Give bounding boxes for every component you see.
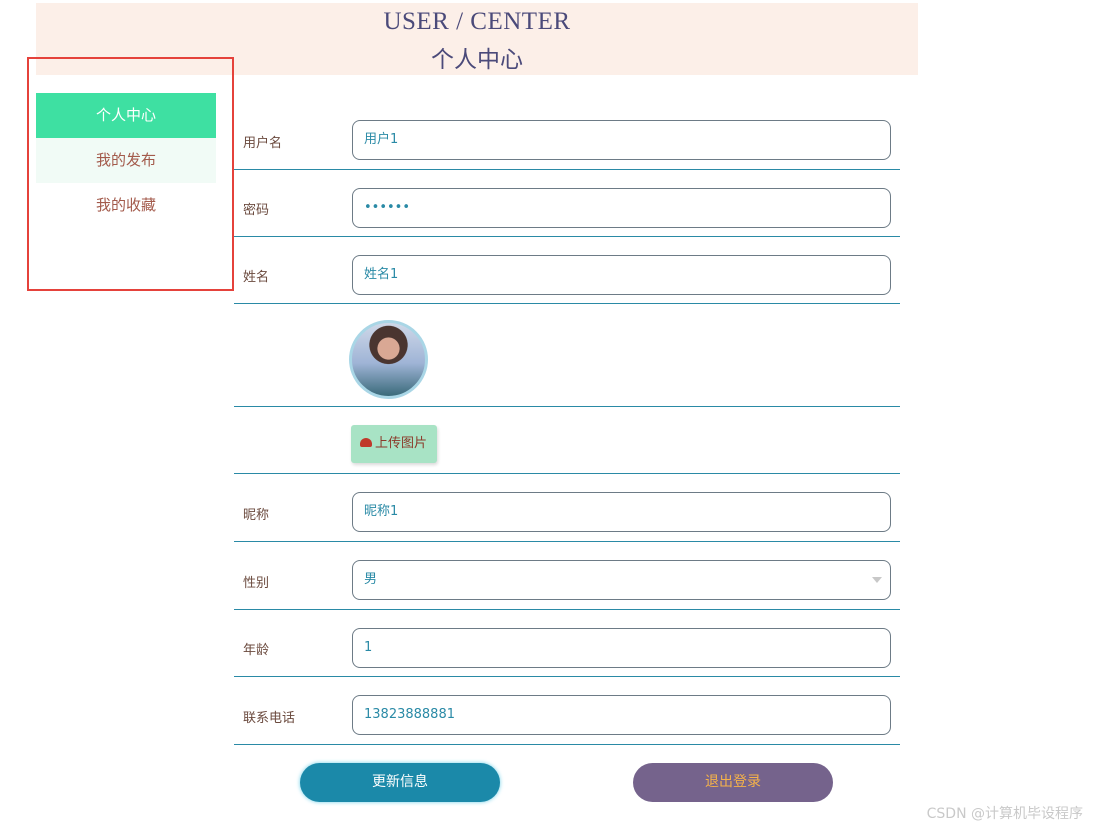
sidebar-item-profile[interactable]: 个人中心 xyxy=(36,93,216,138)
sidebar-item-my-posts[interactable]: 我的发布 xyxy=(36,138,216,183)
form-row-password: 密码 •••••• xyxy=(234,170,900,237)
sidebar-menu: 个人中心 我的发布 我的收藏 xyxy=(36,93,216,228)
phone-label: 联系电话 xyxy=(243,711,296,726)
header-title-en: USER / CENTER xyxy=(383,8,571,35)
password-label: 密码 xyxy=(243,203,270,218)
avatar xyxy=(349,320,428,399)
name-input[interactable]: 姓名1 xyxy=(352,255,891,295)
gender-select-value: 男 xyxy=(364,572,378,587)
form-row-nickname: 昵称 昵称1 xyxy=(234,474,900,542)
nickname-input[interactable]: 昵称1 xyxy=(352,492,891,532)
username-label: 用户名 xyxy=(243,136,283,151)
cloud-upload-icon xyxy=(360,438,372,447)
form-row-avatar xyxy=(234,304,900,407)
username-input[interactable]: 用户1 xyxy=(352,120,891,160)
form-row-username: 用户名 用户1 xyxy=(234,112,900,170)
form-row-name: 姓名 姓名1 xyxy=(234,237,900,304)
gender-select[interactable]: 男 xyxy=(352,560,891,600)
upload-image-button[interactable]: 上传图片 xyxy=(351,425,437,463)
form-row-gender: 性别 男 xyxy=(234,542,900,610)
sidebar-item-my-favorites[interactable]: 我的收藏 xyxy=(36,183,216,228)
nickname-label: 昵称 xyxy=(243,508,270,523)
form-row-age: 年龄 1 xyxy=(234,610,900,677)
form-row-upload xyxy=(234,407,900,474)
name-label: 姓名 xyxy=(243,270,270,285)
phone-input[interactable]: 13823888881 xyxy=(352,695,891,735)
password-input[interactable]: •••••• xyxy=(352,188,891,228)
upload-image-label: 上传图片 xyxy=(375,436,428,451)
logout-button[interactable]: 退出登录 xyxy=(633,763,833,802)
gender-label: 性别 xyxy=(243,576,270,591)
age-input[interactable]: 1 xyxy=(352,628,891,668)
chevron-down-icon xyxy=(872,577,882,583)
watermark: CSDN @计算机毕设程序 xyxy=(926,806,1083,822)
form-row-phone: 联系电话 13823888881 xyxy=(234,677,900,745)
update-info-button[interactable]: 更新信息 xyxy=(300,763,500,802)
age-label: 年龄 xyxy=(243,643,270,658)
